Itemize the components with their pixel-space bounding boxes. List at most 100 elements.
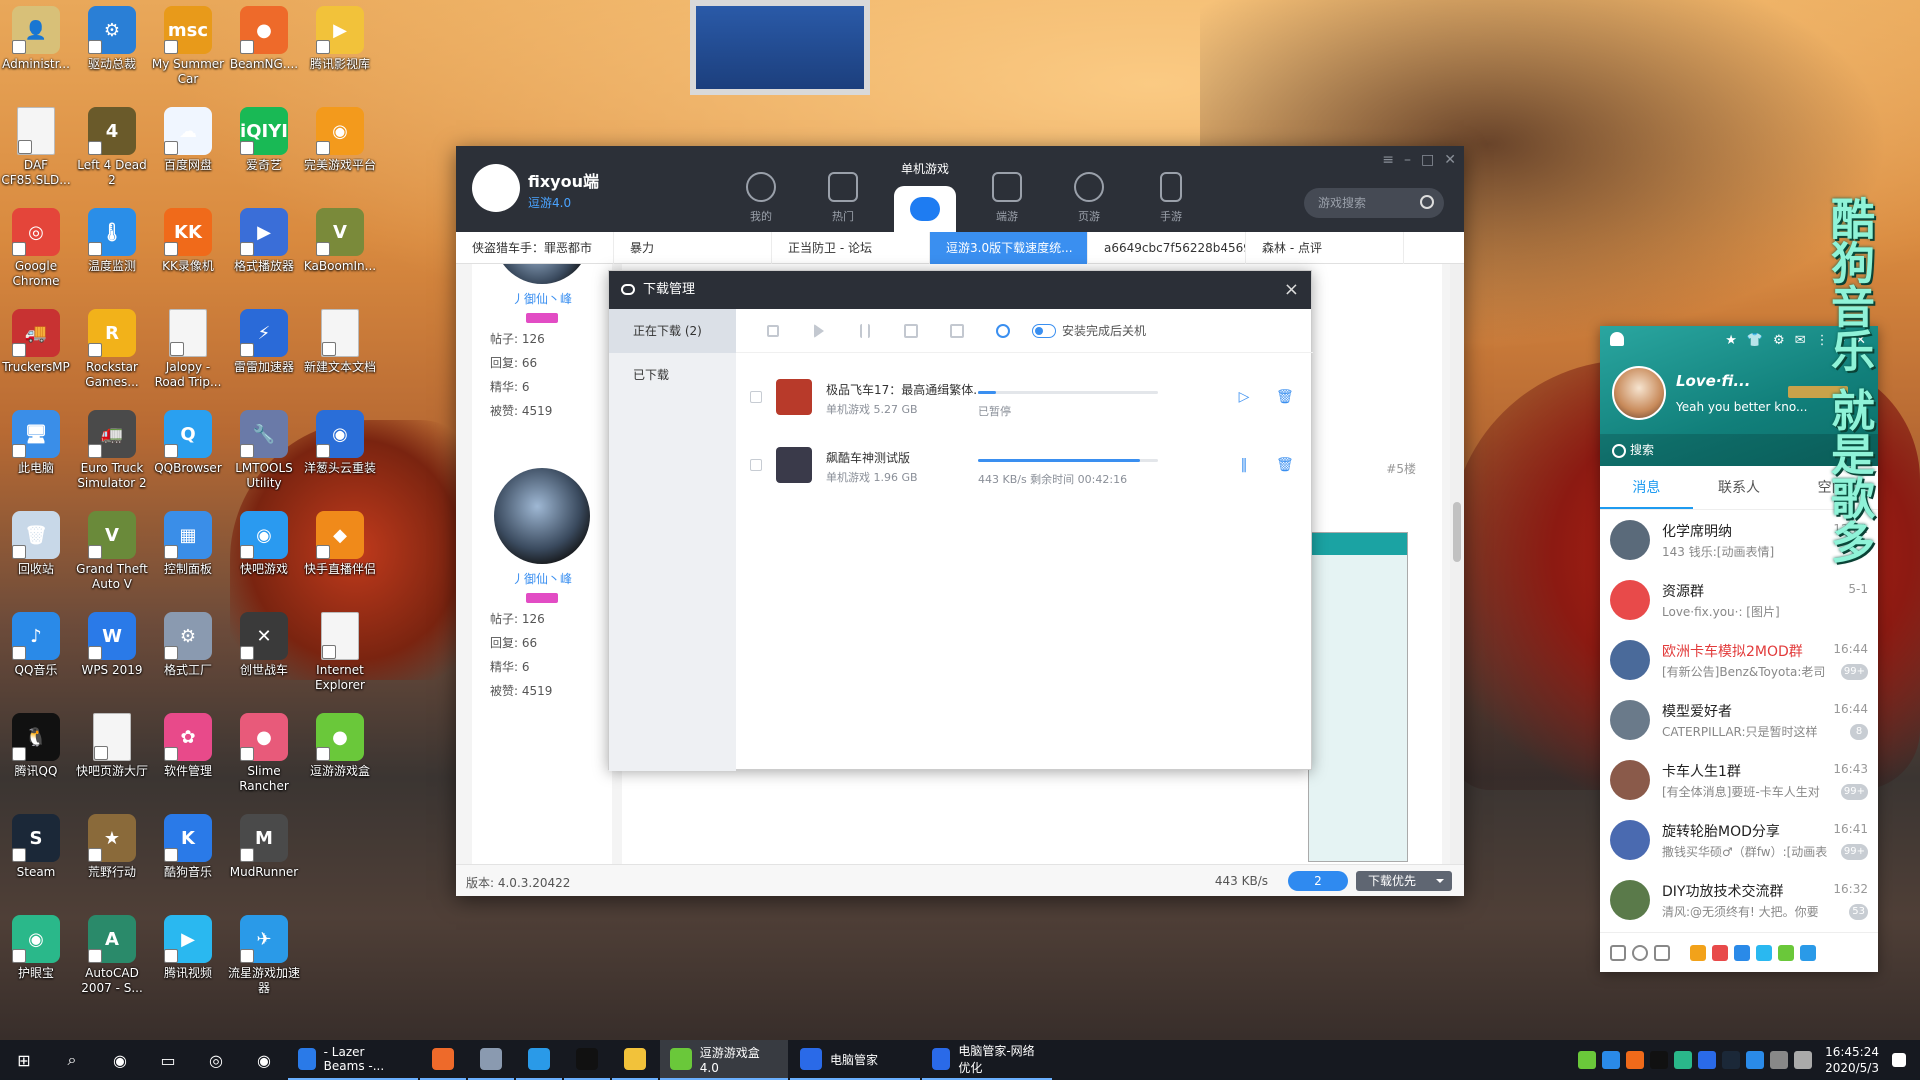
version-tag[interactable]: 逗游4.0 bbox=[528, 194, 571, 211]
desktop-icon[interactable]: ◉ 完美游戏平台 bbox=[301, 107, 379, 173]
close-icon[interactable]: ✕ bbox=[1444, 152, 1456, 168]
nav-web-games[interactable]: 页游 bbox=[1048, 146, 1130, 232]
sidebar-item-downloading[interactable]: 正在下载 (2) bbox=[609, 309, 736, 353]
download-item[interactable]: 飙酷车神测试版 单机游戏 1.96 GB 443 KB/s 剩余时间 00:42:1… bbox=[736, 433, 1313, 501]
desktop-icon[interactable]: K 酷狗音乐 bbox=[149, 814, 227, 880]
tab-contacts[interactable]: 联系人 bbox=[1693, 466, 1786, 509]
desktop-icon[interactable]: Jalopy - Road Trip... bbox=[149, 309, 227, 390]
desktop-icon[interactable]: msc My Summer Car bbox=[149, 6, 227, 87]
qq-avatar[interactable] bbox=[1612, 366, 1666, 420]
play-icon[interactable]: ▷ bbox=[1236, 389, 1252, 405]
desktop-icon[interactable]: 🐧 腾讯QQ bbox=[0, 713, 75, 779]
desktop-icon[interactable]: 🌡 温度监测 bbox=[73, 208, 151, 274]
select-all-checkbox[interactable] bbox=[750, 309, 796, 353]
desktop-icon[interactable]: ♪ QQ音乐 bbox=[0, 612, 75, 678]
desktop-icon[interactable]: ▶ 腾讯影视库 bbox=[301, 6, 379, 72]
tray-ludashi-icon[interactable] bbox=[1602, 1051, 1621, 1069]
tab-item-active[interactable]: 逗游3.0版下载速度统... bbox=[930, 232, 1088, 264]
nav-hot[interactable]: 热门 bbox=[802, 146, 884, 232]
chat-list-item[interactable]: 卡车人生1群 [有全体消息]要班-卡车人生对 16:43 99+ bbox=[1600, 750, 1878, 810]
qq-signature[interactable]: Yeah you better kno... bbox=[1676, 400, 1807, 414]
desktop-icon[interactable]: ☁ 百度网盘 bbox=[149, 107, 227, 173]
tray-shield-icon[interactable] bbox=[1698, 1051, 1717, 1069]
nav-client-games[interactable]: 端游 bbox=[966, 146, 1048, 232]
minimize-icon[interactable]: – bbox=[1404, 152, 1411, 168]
chat-list-item[interactable]: 欧洲卡车模拟2MOD群 [有新公告]Benz&Toyota:老司 16:44 99+ bbox=[1600, 630, 1878, 690]
desktop-icon[interactable]: ⚙ 驱动总裁 bbox=[73, 6, 151, 72]
qq-nickname[interactable]: Love·fi... bbox=[1676, 372, 1750, 390]
taskbar-app[interactable] bbox=[420, 1040, 466, 1080]
download-priority-dropdown[interactable]: 下载优先 bbox=[1356, 871, 1452, 891]
nav-single-player[interactable]: 单机游戏 bbox=[884, 146, 966, 232]
tray-steam-icon[interactable] bbox=[1722, 1051, 1741, 1069]
taskbar-app[interactable]: 电脑管家 bbox=[790, 1040, 920, 1080]
taskbar-app[interactable] bbox=[468, 1040, 514, 1080]
tray-game-icon[interactable] bbox=[1578, 1051, 1597, 1069]
desktop-icon[interactable]: V Grand Theft Auto V bbox=[73, 511, 151, 592]
chat-list-item[interactable]: 资源群 Love·fix.you·: [图片] 5-1 bbox=[1600, 570, 1878, 630]
game-icon[interactable] bbox=[1690, 944, 1706, 961]
desktop-icon[interactable]: DAF CF85.SLD... bbox=[0, 107, 75, 188]
desktop-icon[interactable]: V KaBoomIn... bbox=[301, 208, 379, 274]
nav-mobile-games[interactable]: 手游 bbox=[1130, 146, 1212, 232]
tray-qq-icon[interactable] bbox=[1650, 1051, 1669, 1069]
avatar[interactable] bbox=[494, 264, 590, 284]
desktop-icon[interactable]: 🔧 LMTOOLS Utility bbox=[225, 410, 303, 491]
tray-input-icon[interactable] bbox=[1746, 1051, 1765, 1069]
pause-all-button[interactable] bbox=[842, 309, 888, 353]
taskbar-app[interactable] bbox=[564, 1040, 610, 1080]
desktop-icon[interactable]: Q QQBrowser bbox=[149, 410, 227, 476]
qzone-icon[interactable] bbox=[1734, 944, 1750, 961]
start-button[interactable]: ⊞ bbox=[0, 1040, 48, 1080]
desktop-icon[interactable]: M MudRunner bbox=[225, 814, 303, 880]
settings-icon[interactable]: ⚙ bbox=[1773, 333, 1785, 348]
mail-icon[interactable]: ✉ bbox=[1795, 333, 1806, 348]
search-icon[interactable] bbox=[1420, 195, 1434, 209]
tray-kk-icon[interactable] bbox=[1626, 1051, 1645, 1069]
desktop-icon[interactable]: KK KK录像机 bbox=[149, 208, 227, 274]
shutdown-after-install-toggle[interactable]: 安装完成后关机 bbox=[1032, 322, 1146, 339]
download-count-button[interactable]: 2 bbox=[1288, 871, 1348, 891]
tab-item[interactable]: 正当防卫 - 论坛 bbox=[772, 232, 930, 264]
desktop-icon[interactable]: ● Slime Rancher bbox=[225, 713, 303, 794]
desktop-icon[interactable]: ◆ 快手直播伴侣 bbox=[301, 511, 379, 577]
desktop-icon[interactable]: 新建文本文档 bbox=[301, 309, 379, 375]
page-scrollbar[interactable] bbox=[1450, 264, 1464, 864]
tab-messages[interactable]: 消息 bbox=[1600, 466, 1693, 509]
desktop-icon[interactable]: ✈ 流星游戏加速器 bbox=[225, 915, 303, 996]
forum-username[interactable]: 丿御仙丶峰 bbox=[472, 290, 612, 307]
desktop-icon[interactable]: iQIYI 爱奇艺 bbox=[225, 107, 303, 173]
item-checkbox[interactable] bbox=[750, 459, 762, 471]
nav-mine[interactable]: 我的 bbox=[720, 146, 802, 232]
toggle-switch[interactable] bbox=[1032, 323, 1056, 338]
desktop-icon[interactable]: 🗑 回收站 bbox=[0, 511, 75, 577]
menu-icon[interactable]: ≡ bbox=[1382, 152, 1394, 168]
delete-button[interactable] bbox=[888, 309, 934, 353]
forum-username[interactable]: 丿御仙丶峰 bbox=[472, 570, 612, 587]
shirt-icon[interactable]: 👕 bbox=[1747, 333, 1763, 348]
taskbar-app[interactable]: 逗游游戏盒4.0 bbox=[660, 1040, 788, 1080]
scrollbar-thumb[interactable] bbox=[1453, 502, 1461, 562]
desktop-icon[interactable]: ▶ 腾讯视频 bbox=[149, 915, 227, 981]
taskbar-app[interactable]: - Lazer Beams -... bbox=[288, 1040, 418, 1080]
trash-icon[interactable]: 🗑 bbox=[1276, 457, 1294, 473]
desktop-icon[interactable]: ▦ 控制面板 bbox=[149, 511, 227, 577]
task-view-icon[interactable]: ▭ bbox=[144, 1040, 192, 1080]
desktop-icon[interactable]: R Rockstar Games... bbox=[73, 309, 151, 390]
tray-network-icon[interactable] bbox=[1674, 1051, 1693, 1069]
kuaiba-icon[interactable]: ◉ bbox=[240, 1040, 288, 1080]
close-icon[interactable]: × bbox=[1284, 271, 1299, 309]
qqbrowser-icon[interactable]: ◎ bbox=[192, 1040, 240, 1080]
desktop-icon[interactable]: ● BeamNG.... bbox=[225, 6, 303, 72]
taskbar-clock[interactable]: 16:45:24 2020/5/3 bbox=[1825, 1044, 1879, 1076]
desktop-icon[interactable]: 🖥 此电脑 bbox=[0, 410, 75, 476]
search-icon[interactable]: ⌕ bbox=[48, 1040, 96, 1080]
main-menu-icon[interactable] bbox=[1610, 944, 1626, 961]
desktop-icon[interactable]: ⚡ 雷雷加速器 bbox=[225, 309, 303, 375]
desktop-icon[interactable]: A AutoCAD 2007 - S... bbox=[73, 915, 151, 996]
desktop-icon[interactable]: ◎ Google Chrome bbox=[0, 208, 75, 289]
steam-icon[interactable]: ◉ bbox=[96, 1040, 144, 1080]
add-friend-icon[interactable] bbox=[1632, 944, 1648, 961]
desktop-icon[interactable]: ✕ 创世战车 bbox=[225, 612, 303, 678]
taskbar-app[interactable] bbox=[612, 1040, 658, 1080]
